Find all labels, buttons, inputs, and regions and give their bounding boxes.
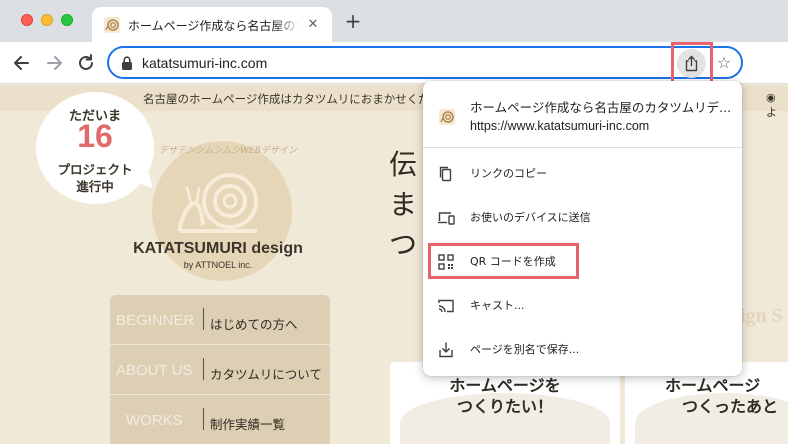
card-title-line1: ホームページ: [665, 376, 761, 395]
nav-divider: [203, 408, 204, 430]
arrow-left-icon[interactable]: [11, 52, 33, 74]
menu-item-copy-link[interactable]: リンクのコピー: [423, 156, 742, 190]
nav-item-about-us[interactable]: ABOUT US カタツムリについて: [110, 345, 330, 395]
nav-item-beginner[interactable]: BEGINNER はじめての方へ: [110, 295, 330, 345]
card-title-line2: つくりたい！: [456, 397, 553, 416]
logo-arc-text: デザデンシムシムシWEBデザイン: [159, 146, 297, 156]
site-tagline: 名古屋のホームページ作成はカタツムリにおまかせくださ: [143, 92, 442, 106]
address-bar[interactable]: katatsumuri-inc.com: [107, 46, 743, 79]
cast-icon: [438, 299, 454, 313]
logo-sub: by ATTNOEL inc.: [183, 260, 253, 270]
snail-icon: [104, 17, 120, 33]
menu-item-label: リンクのコピー: [470, 167, 547, 180]
nav-item-ja: カタツムリについて: [210, 367, 322, 382]
nav-item-en: BEGINNER: [116, 312, 195, 329]
close-window-button[interactable]: [21, 14, 33, 26]
menu-item-cast[interactable]: キャスト...: [423, 288, 742, 322]
design-heading-ghost: ign S: [740, 305, 783, 327]
share-page-url: https://www.katatsumuri-inc.com: [470, 119, 650, 133]
snail-logo-icon: [177, 173, 258, 233]
share-button-highlight: [671, 42, 713, 84]
menu-item-send-to-devices[interactable]: お使いのデバイスに送信: [423, 200, 742, 234]
nav-item-ja: 制作実績一覧: [210, 417, 286, 432]
menu-divider: [423, 147, 742, 148]
menu-item-save-page-as[interactable]: ページを別名で保存...: [423, 332, 742, 366]
tab-title-fade: [272, 13, 302, 35]
close-icon[interactable]: ✕: [306, 18, 320, 32]
card-title-line1: ホームページを: [449, 376, 561, 395]
bubble-line3: 進行中: [76, 179, 114, 194]
copy-icon: [439, 166, 452, 182]
snail-icon: [439, 109, 455, 125]
nav-divider: [203, 358, 204, 380]
site-top-right-link[interactable]: ◉ よ: [766, 91, 788, 120]
browser-tab[interactable]: ホームページ作成なら名古屋のカタツムリ ✕: [92, 7, 332, 42]
url-text[interactable]: katatsumuri-inc.com: [142, 55, 267, 71]
zoom-window-button[interactable]: [61, 14, 73, 26]
save-icon: [439, 342, 453, 358]
new-tab-button[interactable]: +: [343, 11, 363, 31]
nav-divider: [203, 308, 204, 330]
devices-icon: [438, 212, 455, 225]
hero-line: 伝: [389, 148, 418, 181]
share-menu: ホームページ作成なら名古屋のカタツムリデ... https://www.kata…: [423, 81, 742, 376]
side-navigation: BEGINNER はじめての方へ ABOUT US カタツムリについて WORK…: [110, 295, 330, 444]
reload-icon[interactable]: [75, 52, 97, 74]
nav-item-works[interactable]: WORKS 制作実績一覧: [110, 395, 330, 444]
bookmark-star-icon[interactable]: ☆: [714, 53, 734, 73]
minimize-window-button[interactable]: [41, 14, 53, 26]
hero-line: ま: [389, 188, 418, 221]
menu-item-label: ページを別名で保存...: [470, 343, 580, 356]
card-title-line2: つくったあと: [682, 397, 779, 416]
nav-item-ja: はじめての方へ: [210, 317, 298, 332]
lock-icon[interactable]: [121, 56, 133, 70]
share-page-title: ホームページ作成なら名古屋のカタツムリデ...: [470, 100, 732, 115]
hero-line: つ: [389, 228, 418, 261]
logo-name: KATATSUMURI design: [133, 240, 303, 257]
arrow-right-icon[interactable]: [43, 52, 65, 74]
menu-item-label: キャスト...: [470, 299, 525, 312]
menu-item-label: お使いのデバイスに送信: [470, 211, 591, 224]
qr-code-item-highlight: [428, 243, 579, 279]
nav-item-en: ABOUT US: [116, 362, 193, 379]
project-count: 16: [77, 118, 113, 154]
browser-toolbar: katatsumuri-inc.com: [0, 42, 788, 84]
tab-strip: ホームページ作成なら名古屋のカタツムリ ✕ +: [0, 0, 788, 42]
